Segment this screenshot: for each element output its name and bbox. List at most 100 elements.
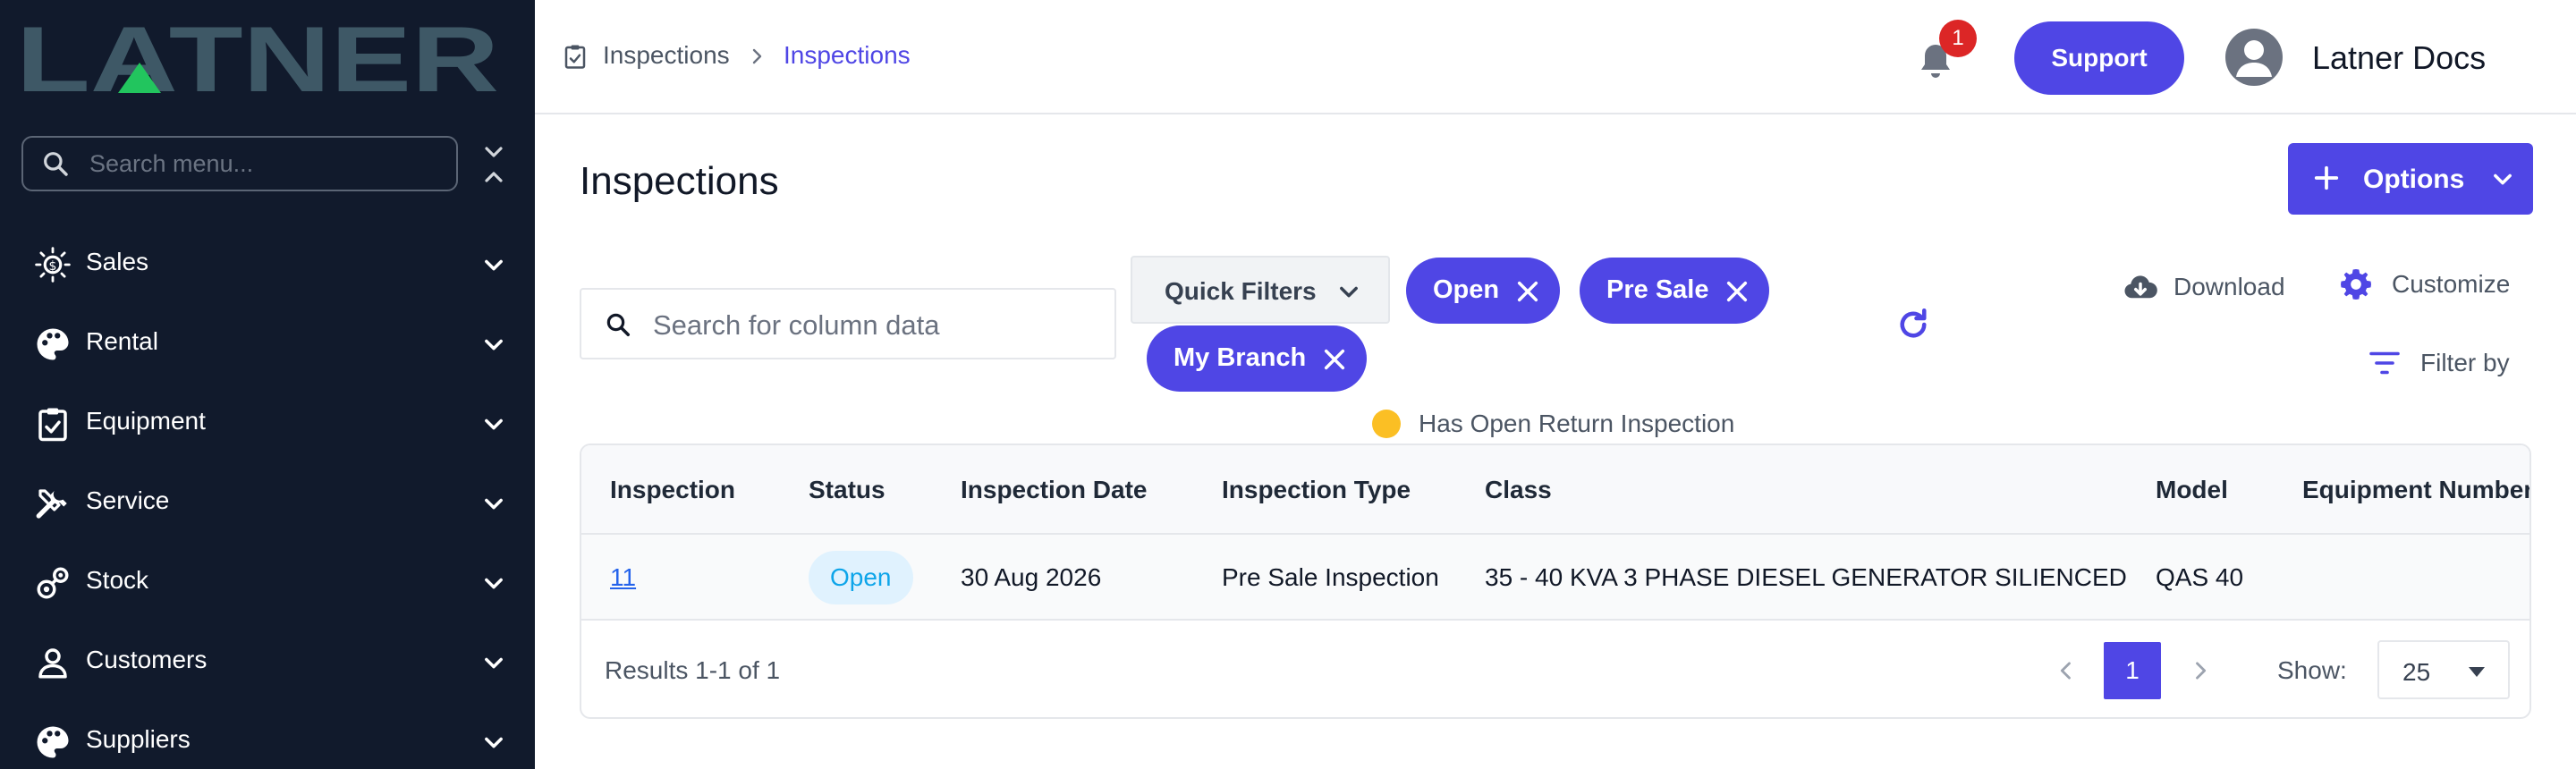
svg-text:$: $	[49, 259, 57, 274]
legend-label: Has Open Return Inspection	[1419, 410, 1735, 437]
support-button[interactable]: Support	[2014, 21, 2184, 95]
class-cell: 35 - 40 KVA 3 PHASE DIESEL GENERATOR SIL…	[1485, 563, 2127, 591]
column-search-placeholder: Search for column data	[653, 309, 940, 341]
search-menu-input[interactable]: Search menu...	[21, 136, 458, 191]
options-button[interactable]: Options	[2288, 143, 2533, 215]
chip-label: Open	[1433, 275, 1500, 304]
sidebar-item-sales[interactable]: $ Sales	[0, 231, 535, 293]
sidebar-item-label: Equipment	[86, 407, 206, 435]
close-icon[interactable]	[1724, 279, 1750, 304]
palette-icon	[37, 726, 69, 758]
person-icon	[2236, 40, 2272, 77]
logo-text: LATNER	[16, 16, 499, 98]
quick-filters-dropdown[interactable]: Quick Filters	[1131, 256, 1390, 324]
chevron-down-icon	[1340, 286, 1358, 298]
chevron-down-icon	[485, 657, 503, 669]
sidebar-item-label: Rental	[86, 327, 158, 355]
sidebar-item-suppliers[interactable]: Suppliers	[0, 708, 535, 769]
chevron-down-icon	[485, 339, 503, 351]
customize-label: Customize	[2392, 270, 2511, 298]
chevron-down-icon	[485, 737, 503, 748]
download-button[interactable]: Download	[2122, 268, 2285, 306]
sidebar-item-label: Sales	[86, 248, 149, 275]
rental-icon	[37, 328, 69, 360]
download-label: Download	[2174, 273, 2285, 300]
page-size-select[interactable]: 25	[2377, 640, 2510, 699]
sidebar-item-equipment[interactable]: Equipment	[0, 390, 535, 452]
filter-by-button[interactable]: Filter by	[2368, 349, 2510, 377]
filter-chip-my-branch[interactable]: My Branch	[1147, 325, 1367, 392]
chevron-down-icon	[485, 498, 503, 510]
chevron-right-icon[interactable]	[2188, 658, 2213, 683]
filter-by-label: Filter by	[2420, 349, 2510, 376]
search-icon	[606, 313, 630, 336]
column-header[interactable]: Model	[2156, 476, 2228, 504]
sidebar-item-label: Service	[86, 486, 170, 514]
chevron-down-icon	[485, 259, 503, 271]
results-count: Results 1-1 of 1	[605, 656, 781, 684]
sidebar-item-customers[interactable]: Customers	[0, 629, 535, 691]
table-row[interactable]: 11 Open 30 Aug 2026 Pre Sale Inspection …	[581, 535, 2529, 621]
inspection-date-cell: 30 Aug 2026	[961, 563, 1102, 591]
inspection-type-cell: Pre Sale Inspection	[1222, 563, 1439, 591]
column-search-input[interactable]: Search for column data	[580, 288, 1116, 359]
caret-down-icon	[2469, 667, 2485, 677]
stock-icon	[37, 567, 69, 599]
avatar[interactable]	[2225, 29, 2283, 86]
filter-icon	[2369, 351, 2400, 375]
gear-icon	[2341, 269, 2371, 300]
search-icon	[44, 152, 68, 176]
plus-icon	[2314, 165, 2339, 190]
person-icon	[38, 648, 67, 679]
column-header[interactable]: Inspection Date	[961, 476, 1147, 504]
inspections-table: Inspection Status Inspection Date Inspec…	[580, 444, 2531, 719]
tools-icon	[36, 489, 67, 519]
options-label: Options	[2363, 165, 2465, 194]
user-name[interactable]: Latner Docs	[2312, 39, 2486, 77]
column-header[interactable]: Equipment Number	[2302, 476, 2529, 504]
chevron-left-icon[interactable]	[2054, 658, 2079, 683]
clipboard-check-icon	[564, 45, 586, 69]
column-header[interactable]: Inspection	[610, 476, 735, 504]
sidebar-item-label: Stock	[86, 566, 149, 594]
sidebar-item-rental[interactable]: Rental	[0, 310, 535, 373]
notification-badge: 1	[1939, 20, 1977, 57]
sidebar-item-label: Customers	[86, 646, 208, 673]
legend: Has Open Return Inspection	[1372, 410, 1734, 438]
column-header[interactable]: Status	[809, 476, 886, 504]
latner-logo[interactable]: LATNER	[16, 16, 517, 98]
clipboard-check-icon	[38, 408, 67, 442]
column-header[interactable]: Class	[1485, 476, 1552, 504]
sidebar-item-service[interactable]: Service	[0, 469, 535, 532]
sidebar: LATNER Search menu... $ Sales Rental Equ…	[0, 0, 535, 769]
chevron-down-icon	[485, 418, 503, 430]
chevron-right-icon	[752, 48, 762, 64]
page-size-value: 25	[2402, 658, 2431, 686]
collapse-expand-icon[interactable]	[479, 143, 508, 186]
inspection-link[interactable]: 11	[610, 563, 636, 592]
pagination-current-page[interactable]: 1	[2104, 642, 2161, 699]
sidebar-item-label: Suppliers	[86, 725, 191, 753]
model-cell: QAS 40	[2156, 563, 2244, 591]
cloud-download-icon	[2124, 275, 2157, 299]
close-icon[interactable]	[1322, 347, 1347, 372]
breadcrumb-item[interactable]: Inspections	[603, 41, 730, 70]
customize-button[interactable]: Customize	[2338, 266, 2510, 302]
top-header: Inspections Inspections 1 Support Latner…	[535, 0, 2576, 114]
legend-dot	[1372, 410, 1401, 438]
filter-chip-open[interactable]: Open	[1406, 258, 1560, 324]
status-badge: Open	[809, 551, 913, 604]
filter-chip-pre-sale[interactable]: Pre Sale	[1580, 258, 1769, 324]
refresh-icon[interactable]	[1894, 306, 1932, 343]
chevron-down-icon	[485, 578, 503, 589]
close-icon[interactable]	[1515, 279, 1540, 304]
show-label: Show:	[2277, 656, 2347, 684]
sales-icon: $	[35, 247, 71, 283]
page-title: Inspections	[580, 159, 779, 203]
table-footer: Results 1-1 of 1 1 Show: 25	[581, 621, 2529, 717]
chip-label: Pre Sale	[1606, 275, 1709, 304]
sidebar-item-stock[interactable]: Stock	[0, 549, 535, 612]
chip-label: My Branch	[1174, 343, 1307, 372]
chevron-down-icon	[2494, 173, 2512, 185]
column-header[interactable]: Inspection Type	[1222, 476, 1411, 504]
